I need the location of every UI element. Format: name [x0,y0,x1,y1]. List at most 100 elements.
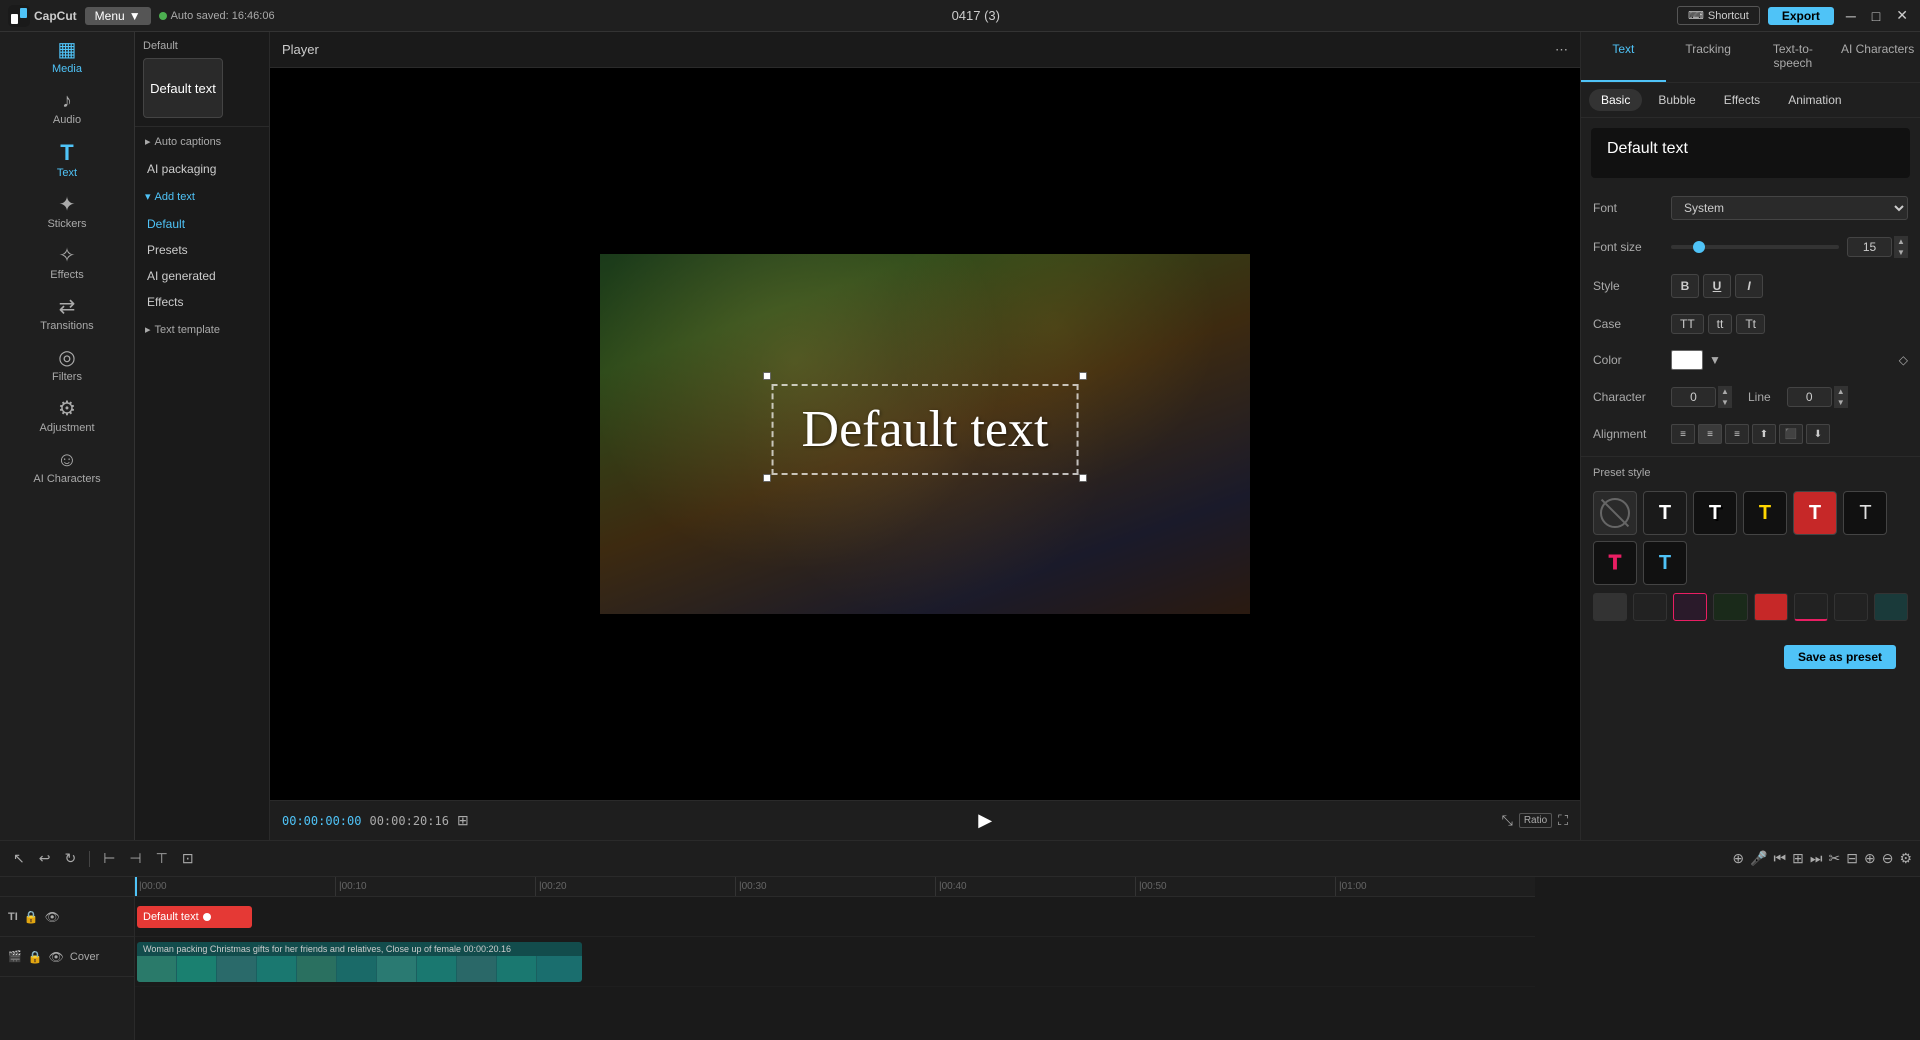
prev-frame-icon[interactable]: ⏮ [1774,850,1787,867]
text-selection-box[interactable]: Default text [772,384,1079,475]
select-tool-button[interactable]: ↖ [8,847,30,870]
preset-bar8[interactable] [1874,593,1908,621]
nav-item-ai-characters[interactable]: ☺ AI Characters [0,442,134,493]
align-bottom-button[interactable]: ⬇ [1806,424,1830,444]
nav-item-effects[interactable]: ✧ Effects [0,238,134,289]
visibility-icon-text[interactable]: 👁 [45,910,60,924]
color-swatch[interactable] [1671,350,1703,370]
align-middle-button[interactable]: ⬛ [1779,424,1803,444]
playhead[interactable] [135,877,137,896]
preset-bar4[interactable] [1713,593,1747,621]
visibility-icon-video[interactable]: 👁 [49,950,64,964]
preset-bar1[interactable] [1593,593,1627,621]
tab-text-to-speech[interactable]: Text-to-speech [1751,32,1836,82]
subtab-animation[interactable]: Animation [1776,89,1853,111]
effects-item[interactable]: Effects [135,289,269,315]
trim-right-button[interactable]: ⊤ [151,847,173,870]
line-input[interactable] [1787,387,1832,407]
nav-item-adjustment[interactable]: ⚙ Adjustment [0,391,134,442]
zoom-out-icon[interactable]: ⊖ [1882,850,1894,867]
cut-icon[interactable]: ✂ [1829,850,1841,867]
character-down-btn[interactable]: ▼ [1718,397,1732,408]
nav-item-filters[interactable]: ◎ Filters [0,340,134,391]
preset-bar3[interactable] [1673,593,1707,621]
font-size-slider[interactable] [1671,245,1839,249]
close-button[interactable]: ✕ [1892,7,1912,24]
auto-captions-header[interactable]: ▸ Auto captions [135,127,269,156]
preset-t7[interactable]: T [1643,541,1687,585]
add-text-header[interactable]: ▾ Add text [135,182,269,211]
nav-item-text[interactable]: T Text [0,134,134,187]
lock-icon-video[interactable]: 🔒 [28,950,43,964]
shortcut-button[interactable]: ⌨ Shortcut [1677,6,1760,25]
subtab-effects[interactable]: Effects [1712,89,1772,111]
selection-handle-bl[interactable] [763,474,771,482]
preset-bar7[interactable] [1834,593,1868,621]
split-button[interactable]: ⊣ [124,847,146,870]
color-dropdown-icon[interactable]: ▼ [1709,353,1721,367]
export-button[interactable]: Export [1768,7,1834,25]
subtitle-icon[interactable]: ⊟ [1846,850,1858,867]
preset-t1[interactable]: T [1643,491,1687,535]
preset-none[interactable] [1593,491,1637,535]
preset-bar6[interactable] [1794,593,1828,621]
text-preview-box[interactable]: Default text [1591,128,1910,178]
ai-generated-item[interactable]: AI generated [135,263,269,289]
case-title-button[interactable]: Tt [1736,314,1765,334]
menu-button[interactable]: Menu ▼ [85,7,151,25]
undo-button[interactable]: ↩ [34,847,56,870]
selection-handle-br[interactable] [1079,474,1087,482]
preset-bar5[interactable] [1754,593,1788,621]
character-input[interactable] [1671,387,1716,407]
underline-button[interactable]: U [1703,274,1731,298]
video-clip[interactable]: Woman packing Christmas gifts for her fr… [137,942,582,982]
font-size-down-btn[interactable]: ▼ [1894,247,1908,258]
delete-button[interactable]: ⊡ [177,847,199,870]
italic-button[interactable]: I [1735,274,1763,298]
font-size-up-btn[interactable]: ▲ [1894,236,1908,247]
next-frame-icon[interactable]: ⏭ [1810,850,1823,867]
nav-item-audio[interactable]: ♪ Audio [0,83,134,134]
align-top-button[interactable]: ⬆ [1752,424,1776,444]
expand-icon[interactable]: ⛶ [1558,812,1568,829]
track-expand-icon[interactable]: ⊞ [1792,850,1804,867]
line-up-btn[interactable]: ▲ [1834,386,1848,397]
align-center-button[interactable]: ≡ [1698,424,1722,444]
character-up-btn[interactable]: ▲ [1718,386,1732,397]
align-left-button[interactable]: ≡ [1671,424,1695,444]
default-text-card[interactable]: Default text [143,58,223,118]
settings-icon[interactable]: ⚙ [1899,850,1912,867]
zoom-in-icon[interactable]: ⊕ [1864,850,1876,867]
preset-bar2[interactable] [1633,593,1667,621]
minimize-button[interactable]: ─ [1842,8,1860,24]
maximize-button[interactable]: □ [1868,8,1884,24]
align-right-button[interactable]: ≡ [1725,424,1749,444]
preset-t4[interactable]: T [1793,491,1837,535]
fullscreen-icon[interactable]: ⤡ [1502,812,1513,829]
nav-item-media[interactable]: ▦ Media [0,32,134,83]
presets-item[interactable]: Presets [135,237,269,263]
preset-t5[interactable]: T [1843,491,1887,535]
lock-icon[interactable]: 🔒 [24,910,39,924]
font-size-input[interactable] [1847,237,1892,257]
case-tt-button[interactable]: TT [1671,314,1704,334]
play-button[interactable]: ▶ [978,810,992,831]
magnet-icon[interactable]: ⊕ [1732,850,1744,867]
redo-button[interactable]: ↻ [59,847,81,870]
ai-packaging-item[interactable]: AI packaging [135,156,269,182]
nav-item-stickers[interactable]: ✦ Stickers [0,187,134,238]
color-eyedropper-icon[interactable]: ◇ [1899,353,1908,367]
default-item[interactable]: Default [135,211,269,237]
mic-icon[interactable]: 🎤 [1750,850,1767,867]
ratio-label[interactable]: Ratio [1519,813,1552,828]
preset-t6[interactable]: T [1593,541,1637,585]
selection-handle-tr[interactable] [1079,372,1087,380]
selection-handle-tl[interactable] [763,372,771,380]
save-preset-button[interactable]: Save as preset [1784,645,1896,669]
subtab-bubble[interactable]: Bubble [1646,89,1707,111]
tab-text[interactable]: Text [1581,32,1666,82]
line-down-btn[interactable]: ▼ [1834,397,1848,408]
font-select[interactable]: System [1671,196,1908,220]
bold-button[interactable]: B [1671,274,1699,298]
tab-ai-characters[interactable]: AI Characters [1835,32,1920,82]
